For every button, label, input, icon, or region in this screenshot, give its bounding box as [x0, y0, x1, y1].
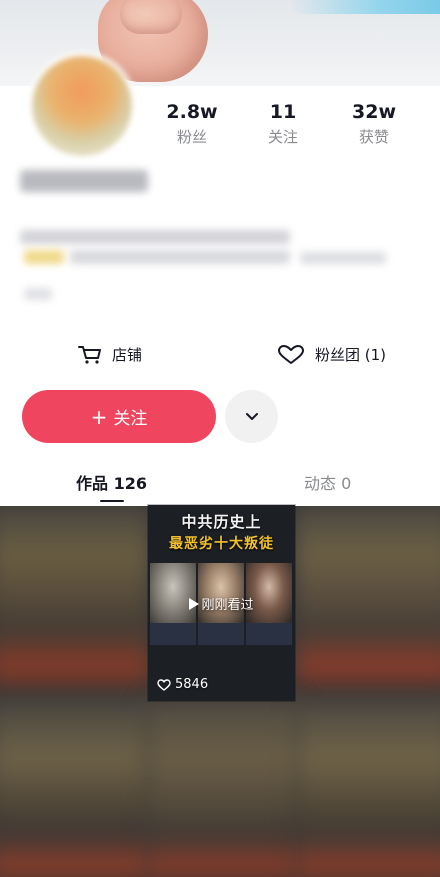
shop-label: 店铺 — [112, 346, 143, 364]
stat-likes-value: 32w — [352, 101, 396, 123]
fan-group-label: 粉丝团 (1) — [315, 346, 387, 364]
stat-likes[interactable]: 32w 获赞 — [334, 100, 414, 148]
stat-followers-value: 2.8w — [166, 101, 218, 123]
tab-works[interactable]: 作品 126 — [76, 470, 147, 494]
follow-button[interactable]: + 关注 — [22, 390, 216, 443]
play-icon — [189, 598, 200, 610]
video-thumbnail-blurred[interactable] — [0, 701, 150, 877]
chevron-down-icon — [245, 413, 258, 420]
cart-icon — [78, 345, 101, 364]
video-portrait-caption — [198, 623, 244, 645]
profile-bio-blurred-line — [20, 230, 290, 244]
profile-bio-blurred-line — [70, 250, 290, 264]
video-likes-count: 5846 — [175, 677, 209, 692]
stat-following-label: 关注 — [267, 128, 298, 146]
stat-following-value: 11 — [269, 101, 297, 123]
stat-followers[interactable]: 2.8w 粉丝 — [152, 100, 232, 148]
recently-viewed-text: 刚刚看过 — [201, 598, 254, 613]
tab-active-indicator — [100, 500, 124, 502]
recently-viewed-label: 刚刚看过 — [148, 594, 295, 613]
video-thumbnail-blurred[interactable] — [145, 701, 300, 877]
more-button[interactable] — [225, 390, 278, 443]
stat-following[interactable]: 11 关注 — [243, 100, 323, 148]
avatar[interactable] — [28, 52, 136, 160]
video-likes: 5846 — [157, 677, 208, 692]
video-title-line2: 最恶劣十大叛徒 — [169, 536, 274, 552]
profile-name-blurred — [20, 170, 148, 192]
follow-label: 关注 — [113, 409, 148, 429]
heart-icon — [278, 344, 304, 364]
plus-icon: + — [90, 404, 108, 429]
heart-outline-icon — [157, 678, 171, 691]
video-card-recent[interactable]: 中共历史上 最恶劣十大叛徒 刚刚看过 5846 — [148, 505, 295, 701]
shop-link[interactable]: 店铺 — [78, 344, 142, 365]
banner-photo-finger — [120, 0, 182, 34]
video-portrait-photo — [150, 563, 196, 623]
video-thumbnail-blurred[interactable] — [295, 506, 440, 696]
video-title-line1: 中共历史上 — [181, 513, 262, 531]
video-portrait-photo — [198, 563, 244, 623]
video-thumbnail-blurred[interactable] — [295, 701, 440, 877]
profile-tag-blurred — [24, 288, 52, 300]
stat-likes-label: 获赞 — [358, 128, 389, 146]
video-portrait-caption — [246, 623, 292, 645]
profile-bio-blurred-line — [300, 252, 386, 264]
stat-followers-label: 粉丝 — [176, 128, 207, 146]
fan-group-link[interactable]: 粉丝团 (1) — [277, 344, 386, 365]
profile-card: 2.8w 粉丝 11 关注 32w 获赞 — [0, 52, 440, 506]
profile-bio-blurred-emoji — [24, 250, 64, 264]
video-thumbnail-blurred[interactable] — [0, 506, 150, 696]
video-portrait-caption — [150, 623, 196, 645]
banner-decoration — [290, 0, 440, 14]
video-portrait-photo — [246, 563, 292, 623]
tab-dynamic[interactable]: 动态 0 — [304, 470, 351, 494]
